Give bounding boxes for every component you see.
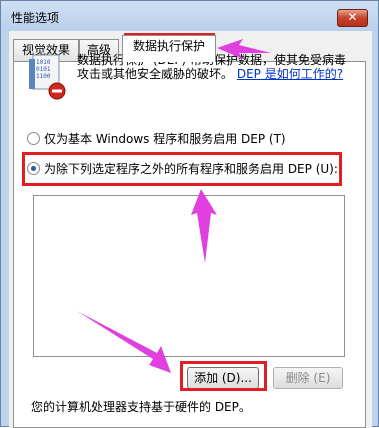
radio-essential-only[interactable]: 仅为基本 Windows 程序和服务启用 DEP (T) <box>27 130 286 147</box>
performance-options-window: 性能选项 ✕ 视觉效果 高级 数据执行保护 1010 0101 1100 数据执… <box>0 0 379 428</box>
close-button[interactable]: ✕ <box>337 9 368 27</box>
hardware-dep-note: 您的计算机处理器支持基于硬件的 DEP。 <box>31 400 251 414</box>
highlight-add-button <box>180 361 267 391</box>
exception-program-list[interactable] <box>33 195 345 357</box>
dep-help-link[interactable]: DEP 是如何工作的? <box>237 67 343 81</box>
tab-dep[interactable]: 数据执行保护 <box>122 35 216 62</box>
svg-text:0101: 0101 <box>36 66 51 73</box>
dep-shield-icon: 1010 0101 1100 <box>29 54 66 100</box>
radio-essential-only-label: 仅为基本 Windows 程序和服务启用 DEP (T) <box>44 132 286 146</box>
remove-button[interactable]: 删除 (E) <box>273 367 343 389</box>
svg-text:1010: 1010 <box>36 59 51 66</box>
title-bar[interactable]: 性能选项 ✕ <box>1 1 378 31</box>
highlight-all-except-option <box>22 152 342 186</box>
radio-essential-only-circle[interactable] <box>27 132 40 145</box>
window-title: 性能选项 <box>11 11 60 25</box>
svg-text:1100: 1100 <box>36 73 51 80</box>
